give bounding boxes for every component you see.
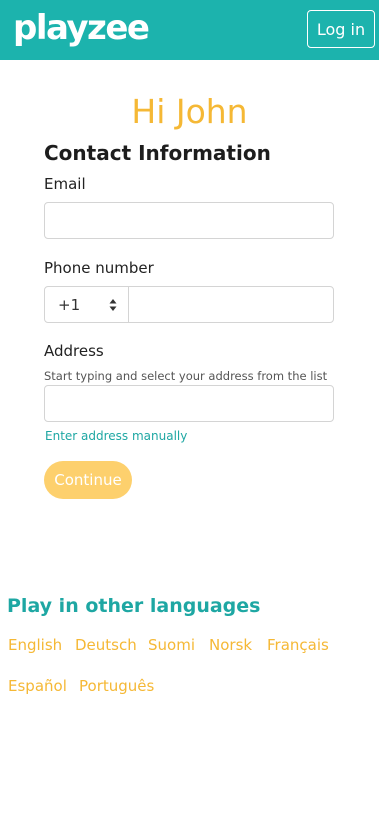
country-code-value: +1 <box>58 295 81 314</box>
language-link-norsk[interactable]: Norsk <box>209 635 252 655</box>
address-hint: Start typing and select your address fro… <box>44 369 328 383</box>
phone-number-field[interactable] <box>128 286 334 323</box>
playzee-logo[interactable]: playzee <box>13 8 150 48</box>
language-link-portugues[interactable]: Português <box>79 676 154 696</box>
language-link-francais[interactable]: Français <box>267 635 329 655</box>
login-button[interactable]: Log in <box>307 10 375 48</box>
language-link-english[interactable]: English <box>8 635 62 655</box>
enter-address-manually-link[interactable]: Enter address manually <box>45 428 187 444</box>
address-label: Address <box>44 342 104 360</box>
continue-button[interactable]: Continue <box>44 461 132 499</box>
phone-label: Phone number <box>44 259 154 277</box>
language-link-suomi[interactable]: Suomi <box>148 635 195 655</box>
email-label: Email <box>44 175 86 193</box>
languages-title: Play in other languages <box>7 595 261 617</box>
country-code-select[interactable]: +1 <box>44 286 129 323</box>
section-title: Contact Information <box>44 141 271 165</box>
top-bar: playzee Log in <box>0 0 379 60</box>
address-field[interactable] <box>44 385 334 422</box>
email-field[interactable] <box>44 202 334 239</box>
language-link-espanol[interactable]: Español <box>8 676 67 696</box>
sort-arrows-icon <box>109 299 117 311</box>
language-link-deutsch[interactable]: Deutsch <box>75 635 137 655</box>
greeting-heading: Hi John <box>131 92 248 131</box>
